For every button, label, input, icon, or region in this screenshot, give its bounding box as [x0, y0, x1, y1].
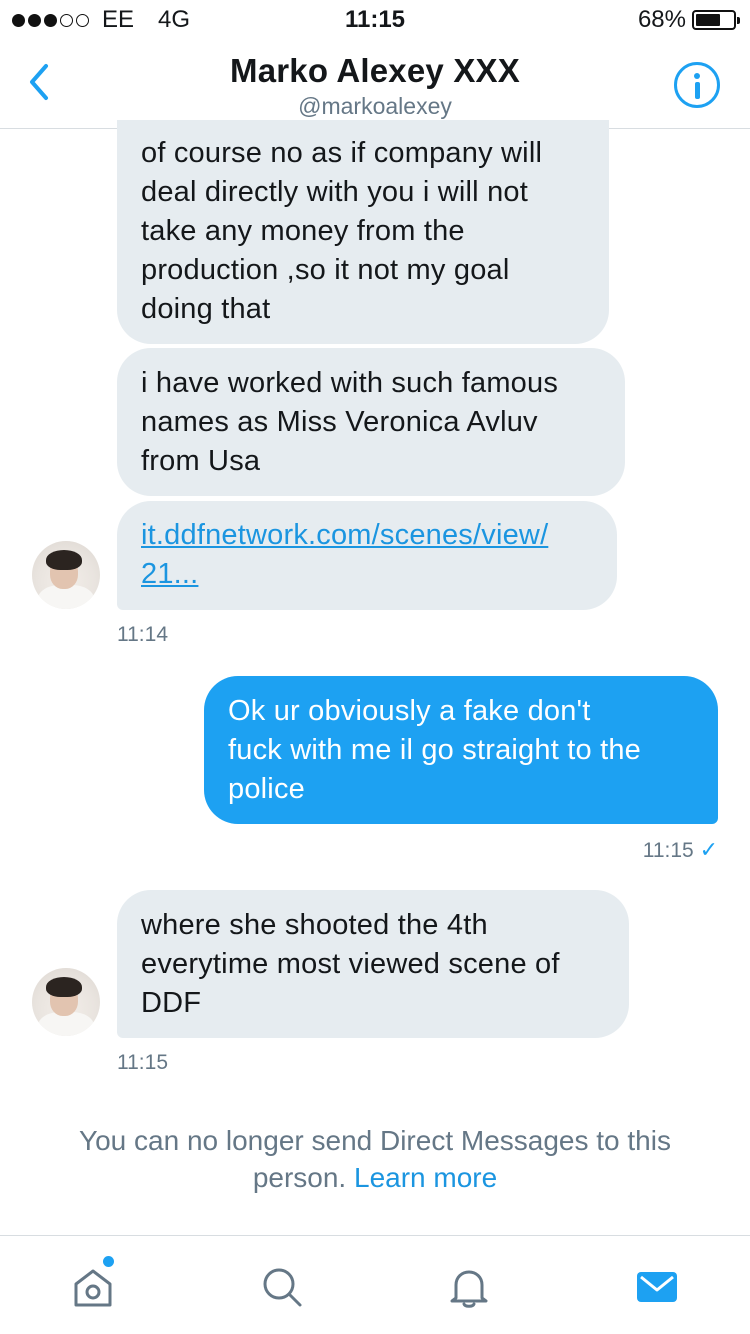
notifications-bell-icon	[450, 1270, 488, 1308]
tab-home[interactable]	[70, 1256, 116, 1310]
avatar[interactable]	[32, 968, 100, 1036]
message-line: everytime most viewed scene of	[141, 948, 560, 980]
message-timestamp: 11:15	[117, 1051, 168, 1074]
status-right: 68%	[637, 6, 740, 34]
battery-percent: 68%	[637, 6, 686, 33]
info-button[interactable]	[674, 62, 720, 108]
message-line: take any money from the	[141, 215, 465, 247]
message-line: deal directly with you i will not	[141, 176, 528, 208]
message-link[interactable]: it.ddfnetwork.com/scenes/view/	[141, 516, 593, 555]
timestamp-text: 11:15	[642, 839, 694, 862]
tab-messages[interactable]	[634, 1264, 680, 1310]
tab-notifications[interactable]	[446, 1264, 492, 1310]
message-line: police	[228, 773, 305, 805]
info-circle-icon	[694, 73, 700, 79]
message-line: fuck with me il go straight to the	[228, 734, 641, 766]
message-line: Ok ur obviously a fake don't	[228, 695, 591, 727]
message-timestamp: 11:14	[117, 623, 168, 646]
conversation-title: Marko Alexey XXX	[230, 52, 520, 89]
message-line: of course no as if company will	[141, 137, 543, 169]
message-line: production ,so it not my goal	[141, 254, 510, 286]
notice-text: person.	[252, 1162, 347, 1193]
message-bubble-incoming[interactable]: i have worked with such famous names as …	[117, 348, 625, 496]
message-line: names as Miss Veronica Avluv	[141, 406, 538, 438]
battery-fill	[696, 14, 721, 26]
notification-badge-dot	[103, 1256, 114, 1267]
conversation-handle: @markoalexey	[298, 93, 452, 119]
dm-disabled-notice: You can no longer send Direct Messages t…	[0, 1122, 750, 1196]
avatar[interactable]	[32, 541, 100, 609]
status-bar: EE 4G 11:15 68%	[0, 0, 750, 40]
learn-more-link[interactable]: Learn more	[354, 1162, 497, 1193]
search-icon	[263, 1268, 302, 1307]
message-link[interactable]: 21...	[141, 555, 593, 594]
message-line: doing that	[141, 293, 271, 325]
message-bubble-incoming[interactable]: of course no as if company will deal dir…	[117, 120, 609, 344]
message-timestamp: 11:15 ✓	[643, 837, 718, 863]
messages-envelope-icon	[637, 1272, 677, 1302]
tab-search[interactable]	[259, 1264, 305, 1310]
message-line: from Usa	[141, 445, 261, 477]
notice-line: You can no longer send Direct Messages t…	[79, 1125, 671, 1156]
message-line: DDF	[141, 987, 202, 1019]
home-icon	[74, 1269, 112, 1307]
battery-icon	[692, 10, 740, 30]
message-line: where she shooted the 4th	[141, 909, 488, 941]
conversation-header: Marko Alexey XXX @markoalexey	[0, 40, 750, 129]
message-bubble-incoming[interactable]: it.ddfnetwork.com/scenes/view/ 21...	[117, 501, 617, 610]
read-check-icon: ✓	[699, 837, 718, 862]
message-bubble-outgoing[interactable]: Ok ur obviously a fake don't fuck with m…	[204, 676, 718, 824]
message-line: i have worked with such famous	[141, 367, 559, 399]
tab-bar	[0, 1235, 750, 1334]
message-bubble-incoming[interactable]: where she shooted the 4th everytime most…	[117, 890, 629, 1038]
notice-line-2: person. Learn more	[0, 1159, 750, 1196]
